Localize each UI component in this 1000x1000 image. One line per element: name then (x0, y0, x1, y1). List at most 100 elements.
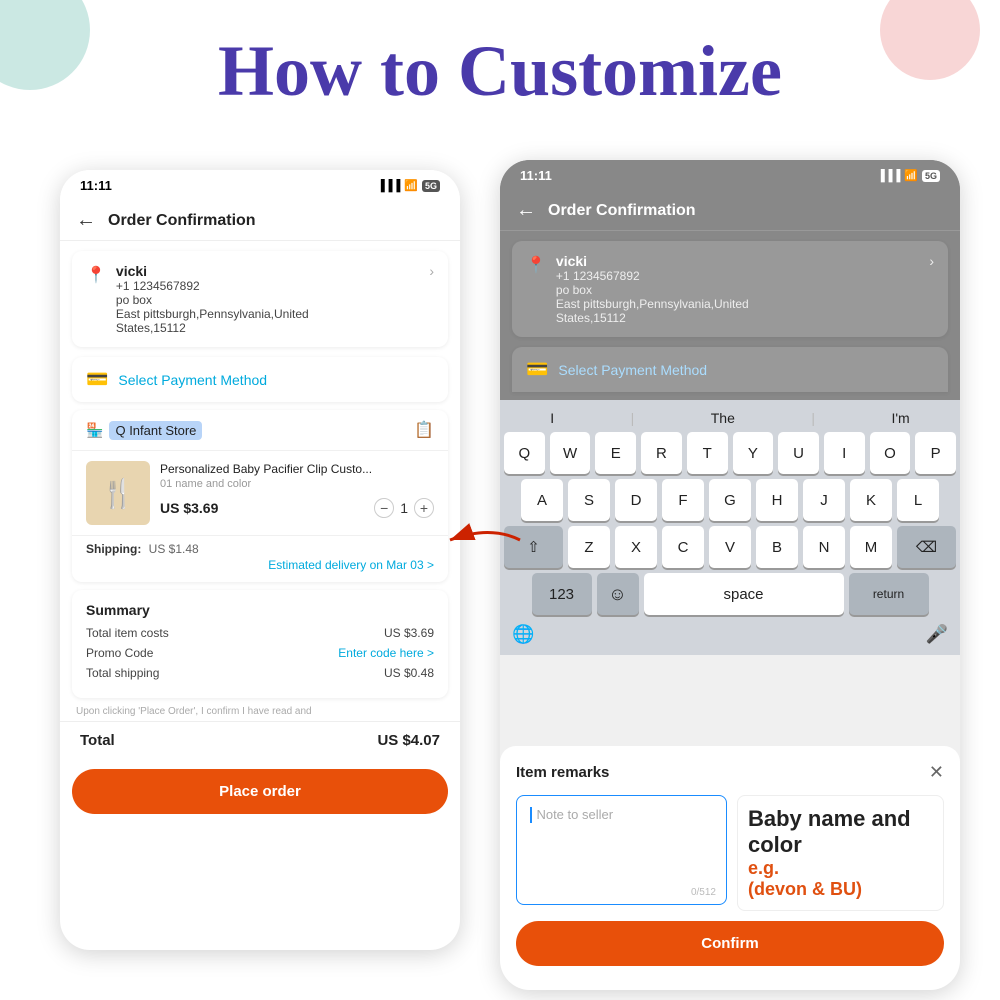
store-name-left: Q Infant Store (109, 421, 202, 440)
modal-title: Item remarks (516, 764, 609, 781)
location-pin-right: 📍 (526, 255, 546, 275)
num-key[interactable]: 123 (532, 573, 592, 615)
address-zip-left: States,15112 (116, 321, 419, 335)
payment-icon-left: 💳 (86, 369, 108, 390)
bg-circle-pink (880, 0, 980, 80)
key-row-2: A S D F G H J K L (504, 479, 956, 521)
status-icons-right: ▐▐▐ 📶 5G (877, 169, 940, 182)
address-phone-left: +1 1234567892 (116, 279, 419, 293)
disclaimer-text: Upon clicking 'Place Order', I confirm I… (72, 706, 448, 717)
store-name-row-left: 🏪 Q Infant Store (86, 421, 202, 440)
key-O[interactable]: O (870, 432, 911, 474)
product-name-left: Personalized Baby Pacifier Clip Custo... (160, 461, 434, 478)
qty-plus-left[interactable]: + (414, 498, 434, 518)
key-M[interactable]: M (850, 526, 892, 568)
shipping-row-left: Shipping: US $1.48 Estimated delivery on… (72, 535, 448, 582)
note-input-area[interactable]: Note to seller 0/512 (516, 795, 727, 905)
key-I[interactable]: I (824, 432, 865, 474)
network-icon: 5G (422, 180, 440, 192)
store-section-left: 🏪 Q Infant Store 📋 🍴 Personalized Baby P… (72, 410, 448, 582)
address-city-left: East pittsburgh,Pennsylvania,United (116, 307, 419, 321)
address-chevron-right: › (929, 253, 934, 269)
globe-icon[interactable]: 🌐 (512, 624, 534, 645)
modal-content: Item remarks ✕ Note to seller 0/512 Baby… (500, 746, 960, 990)
key-S[interactable]: S (568, 479, 610, 521)
baby-name-title: Baby name and color (748, 806, 933, 858)
address-content-left: vicki +1 1234567892 po box East pittsbur… (116, 263, 419, 335)
key-F[interactable]: F (662, 479, 704, 521)
qty-minus-left[interactable]: − (374, 498, 394, 518)
suggestion-I[interactable]: I (550, 410, 554, 426)
keyboard: I | The | I'm Q W E R T Y U I O P A (500, 400, 960, 655)
backspace-key[interactable]: ⌫ (897, 526, 956, 568)
space-key[interactable]: space (644, 573, 844, 615)
product-image-left: 🍴 (86, 461, 150, 525)
address-card-right[interactable]: 📍 vicki +1 1234567892 po box East pittsb… (512, 241, 948, 337)
key-R[interactable]: R (641, 432, 682, 474)
summary-promo-value: Enter code here > (338, 646, 434, 660)
emoji-key[interactable]: ☺ (597, 573, 639, 615)
payment-icon-right: 💳 (526, 359, 548, 380)
key-N[interactable]: N (803, 526, 845, 568)
key-P[interactable]: P (915, 432, 956, 474)
key-B[interactable]: B (756, 526, 798, 568)
time-left: 11:11 (80, 178, 112, 193)
nav-title-right: Order Confirmation (548, 202, 696, 220)
qty-value-left: 1 (400, 500, 408, 516)
key-G[interactable]: G (709, 479, 751, 521)
text-cursor (530, 807, 532, 823)
key-W[interactable]: W (550, 432, 591, 474)
nav-title-left: Order Confirmation (108, 212, 256, 230)
key-Z[interactable]: Z (568, 526, 610, 568)
suggestion-Im[interactable]: I'm (891, 410, 909, 426)
edit-note-icon-left[interactable]: 📋 (414, 420, 434, 440)
key-Y[interactable]: Y (733, 432, 774, 474)
product-row-left: 🍴 Personalized Baby Pacifier Clip Custo.… (72, 451, 448, 535)
address-pobox-left: po box (116, 293, 419, 307)
address-chevron-left: › (429, 263, 434, 279)
payment-section-right[interactable]: 💳 Select Payment Method (512, 347, 948, 392)
back-icon-left[interactable]: ← (76, 209, 96, 232)
address-zip-right: States,15112 (556, 311, 919, 325)
suggestion-The[interactable]: The (711, 410, 735, 426)
summary-shipping-value: US $0.48 (384, 666, 434, 680)
summary-promo-label: Promo Code (86, 646, 153, 660)
key-D[interactable]: D (615, 479, 657, 521)
total-row-left: Total US $4.07 (60, 721, 460, 759)
status-bar-right: 11:11 ▐▐▐ 📶 5G (500, 160, 960, 191)
shipping-delivery-left: Estimated delivery on Mar 03 > (268, 558, 434, 572)
address-card-left[interactable]: 📍 vicki +1 1234567892 po box East pittsb… (72, 251, 448, 347)
modal-header: Item remarks ✕ (516, 762, 944, 783)
modal-body: Note to seller 0/512 Baby name and color… (516, 795, 944, 911)
key-Q[interactable]: Q (504, 432, 545, 474)
key-K[interactable]: K (850, 479, 892, 521)
item-remarks-modal: Item remarks ✕ Note to seller 0/512 Baby… (500, 400, 960, 655)
summary-promo-row[interactable]: Promo Code Enter code here > (86, 646, 434, 660)
key-suggestions-row: I | The | I'm (504, 406, 956, 432)
key-U[interactable]: U (778, 432, 819, 474)
address-phone-right: +1 1234567892 (556, 269, 919, 283)
key-C[interactable]: C (662, 526, 704, 568)
right-top-section: 11:11 ▐▐▐ 📶 5G ← Order Confirmation 📍 vi… (500, 160, 960, 400)
modal-close-button[interactable]: ✕ (929, 762, 944, 783)
key-H[interactable]: H (756, 479, 798, 521)
key-A[interactable]: A (521, 479, 563, 521)
time-right: 11:11 (520, 168, 552, 183)
return-key[interactable]: return (849, 573, 929, 615)
key-T[interactable]: T (687, 432, 728, 474)
key-J[interactable]: J (803, 479, 845, 521)
microphone-icon[interactable]: 🎤 (926, 624, 948, 645)
key-E[interactable]: E (595, 432, 636, 474)
place-order-button[interactable]: Place order (72, 769, 448, 814)
status-icons-left: ▐▐▐ 📶 5G (377, 179, 440, 192)
shipping-label-left: Shipping: (86, 542, 141, 556)
note-placeholder: Note to seller (536, 807, 613, 822)
product-price-left: US $3.69 (160, 500, 218, 516)
key-V[interactable]: V (709, 526, 751, 568)
payment-section-left[interactable]: 💳 Select Payment Method (72, 357, 448, 402)
key-L[interactable]: L (897, 479, 939, 521)
key-X[interactable]: X (615, 526, 657, 568)
back-icon-right[interactable]: ← (516, 199, 536, 222)
confirm-button[interactable]: Confirm (516, 921, 944, 966)
summary-shipping-label: Total shipping (86, 666, 159, 680)
